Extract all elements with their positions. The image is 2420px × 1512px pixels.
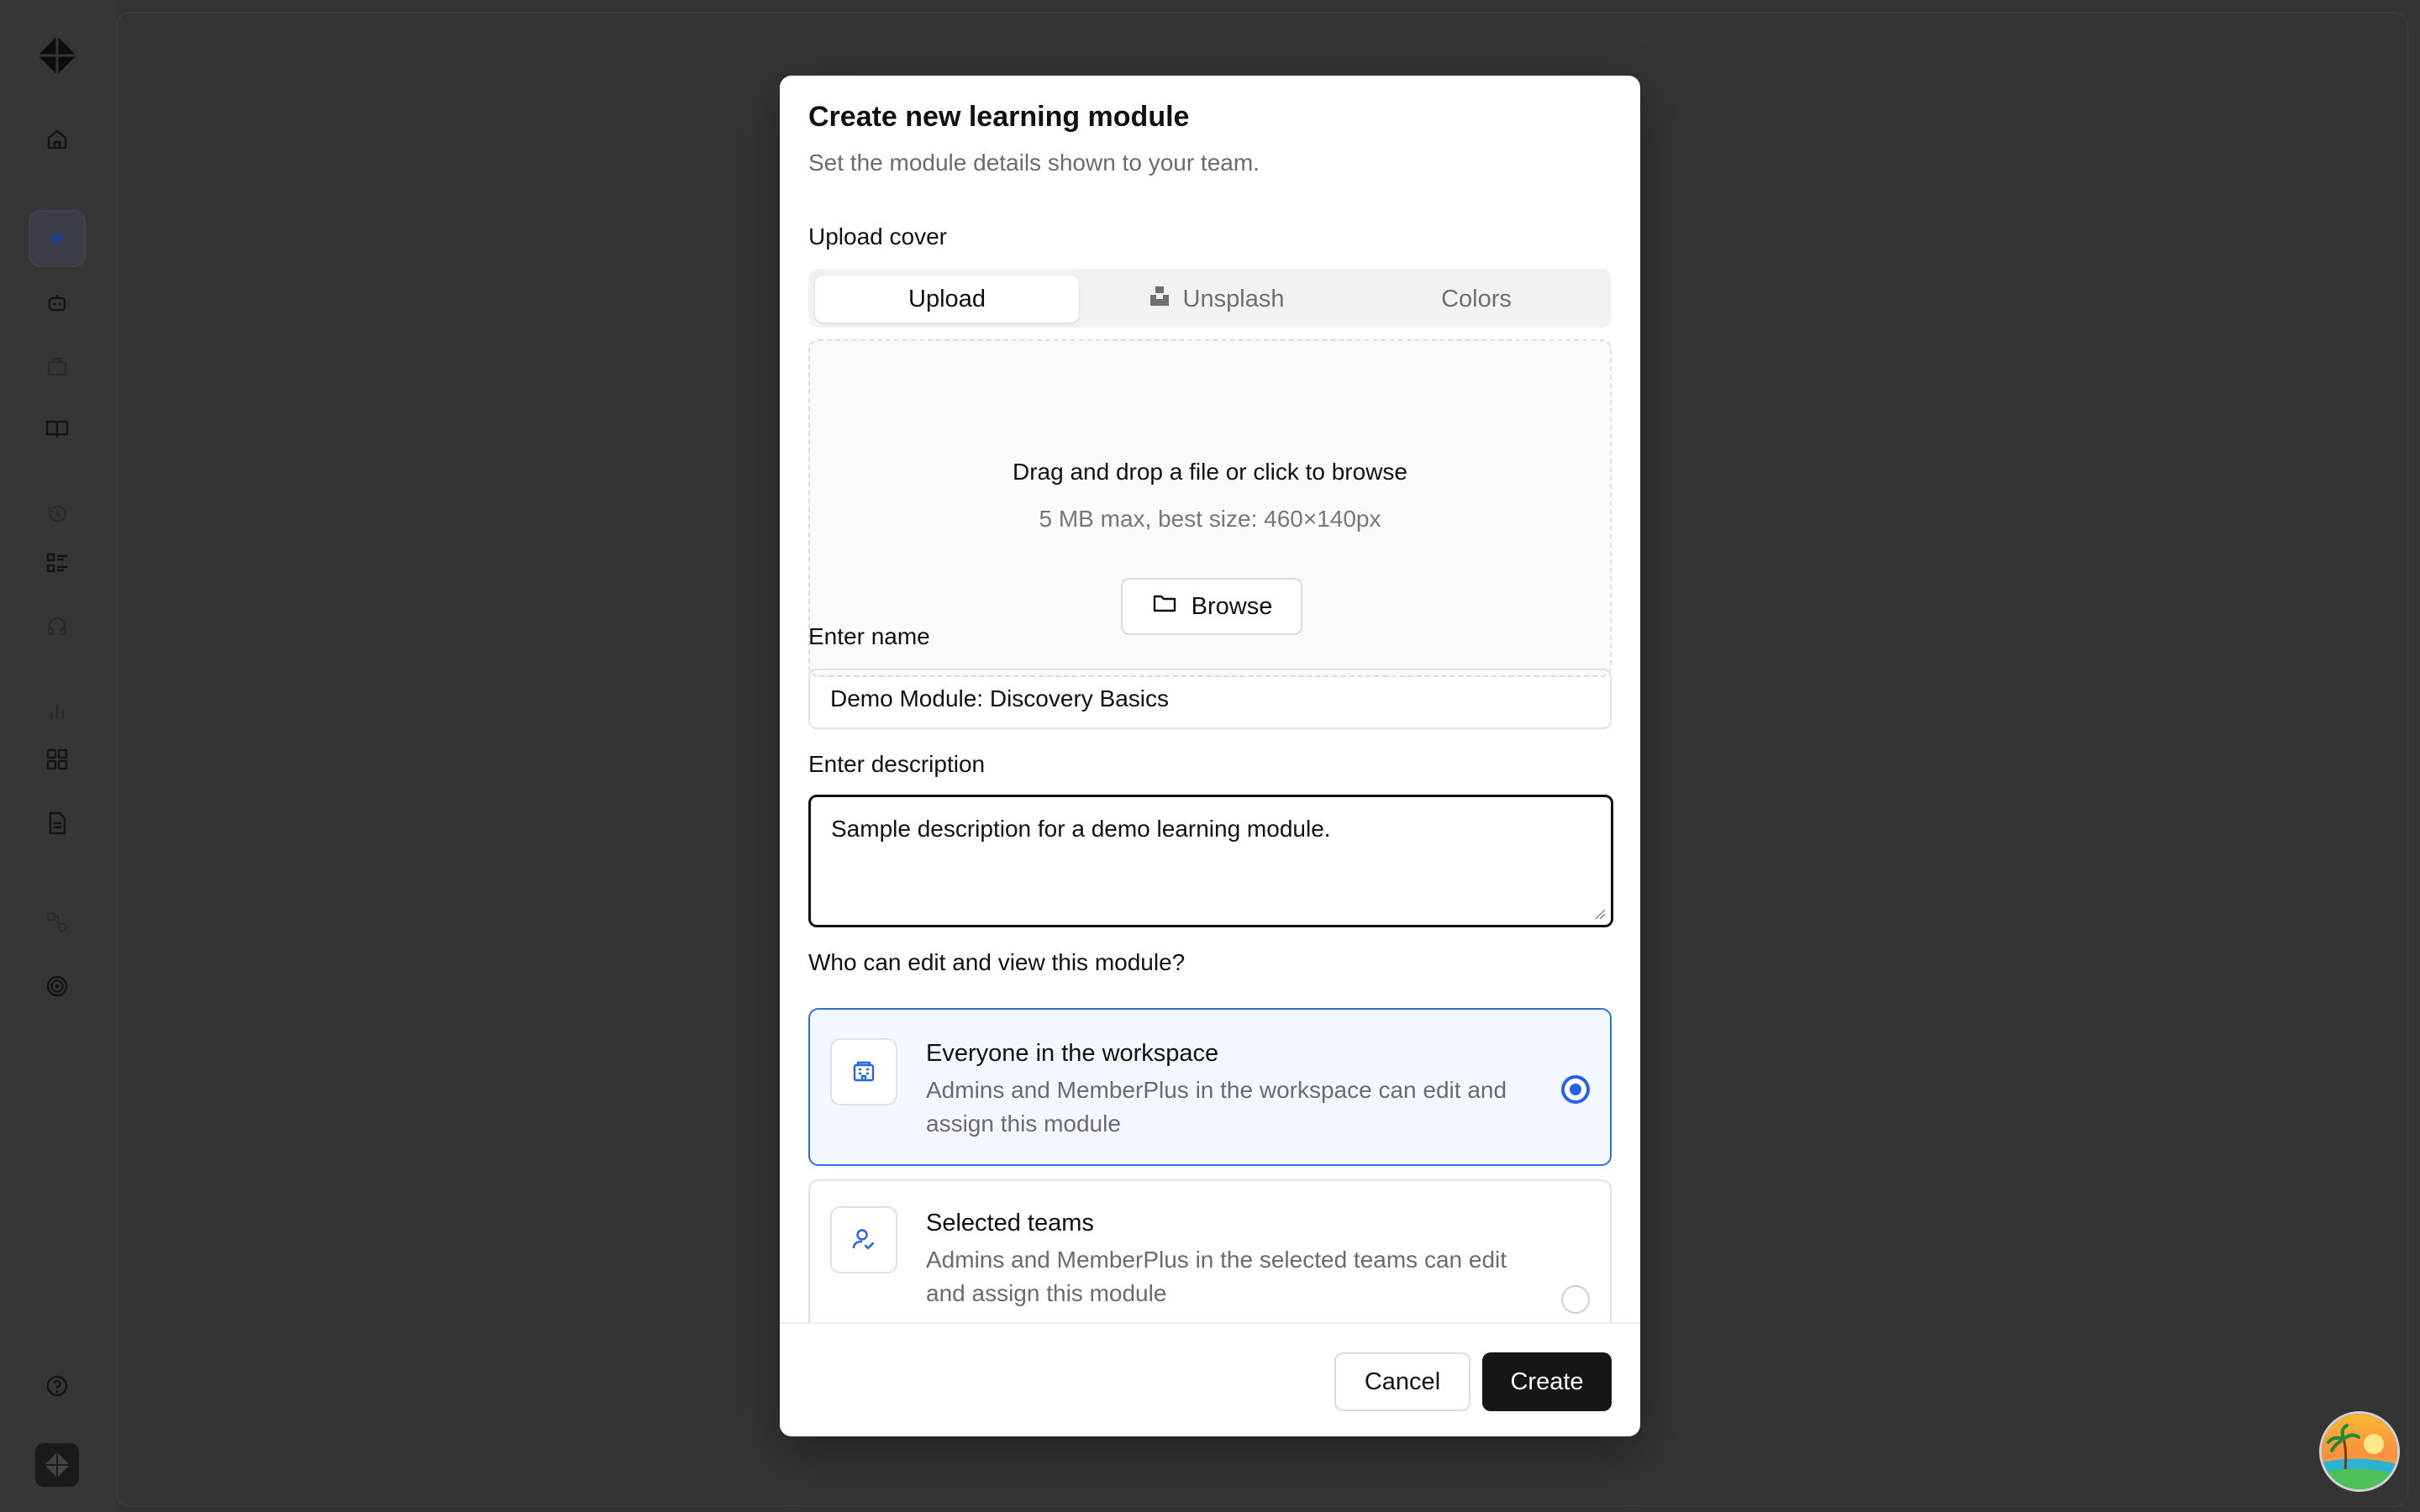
assistant-avatar[interactable] <box>2319 1411 2400 1492</box>
workflow-icon[interactable] <box>35 900 79 944</box>
browse-label: Browse <box>1191 592 1273 620</box>
dropzone-title: Drag and drop a file or click to browse <box>1013 459 1407 485</box>
upload-cover-label: Upload cover <box>808 223 947 249</box>
grid-icon[interactable] <box>35 738 79 781</box>
resize-grip-icon[interactable] <box>1594 908 1606 920</box>
book-icon[interactable] <box>35 407 79 450</box>
tab-upload-label: Upload <box>908 285 986 312</box>
document-icon[interactable] <box>35 801 79 845</box>
tab-unsplash-label: Unsplash <box>1182 285 1285 312</box>
briefcase-icon[interactable] <box>35 344 79 388</box>
folder-icon <box>1151 590 1178 623</box>
dialog-footer: Cancel Create <box>780 1322 1640 1436</box>
module-name-input[interactable]: Demo Module: Discovery Basics <box>808 669 1612 729</box>
option-description: Admins and MemberPlus in the workspace c… <box>926 1077 1507 1137</box>
home-icon[interactable] <box>35 118 79 161</box>
radio-workspace[interactable] <box>1561 1075 1590 1104</box>
module-description-value: Sample description for a demo learning m… <box>831 816 1331 842</box>
help-icon[interactable] <box>35 1364 79 1408</box>
checklist-icon[interactable] <box>35 541 79 585</box>
dialog-scroll-area[interactable]: Create new learning module Set the modul… <box>780 76 1640 1322</box>
radio-selected-teams[interactable] <box>1561 1285 1590 1314</box>
access-option-selected-teams[interactable]: Selected teams Admins and MemberPlus in … <box>808 1179 1612 1322</box>
unsplash-icon <box>1148 284 1171 314</box>
module-description-textarea[interactable]: Sample description for a demo learning m… <box>808 795 1613 927</box>
history-icon[interactable] <box>35 492 79 536</box>
option-title: Everyone in the workspace <box>926 1040 1219 1067</box>
bar-chart-icon[interactable] <box>35 689 79 732</box>
building-icon <box>830 1038 897 1105</box>
sparkle-icon[interactable] <box>29 210 86 267</box>
dialog-title: Create new learning module <box>808 101 1190 133</box>
app-logo-icon[interactable] <box>34 32 81 79</box>
sidebar <box>0 0 116 1512</box>
option-description: Admins and MemberPlus in the selected te… <box>926 1247 1507 1306</box>
create-module-dialog: Create new learning module Set the modul… <box>780 76 1640 1436</box>
access-question: Who can edit and view this module? <box>808 949 1186 975</box>
access-option-workspace[interactable]: Everyone in the workspace Admins and Mem… <box>808 1008 1612 1166</box>
workspace-logo-icon[interactable] <box>35 1443 79 1487</box>
create-button[interactable]: Create <box>1482 1352 1612 1411</box>
name-label: Enter name <box>808 623 930 649</box>
cancel-button[interactable]: Cancel <box>1334 1352 1470 1411</box>
headset-icon[interactable] <box>35 605 79 648</box>
tab-colors-label: Colors <box>1441 285 1512 312</box>
tab-unsplash[interactable]: Unsplash <box>1086 276 1346 323</box>
user-check-icon <box>830 1206 897 1273</box>
bot-icon[interactable] <box>35 281 79 324</box>
option-title: Selected teams <box>926 1210 1094 1236</box>
dialog-subtitle: Set the module details shown to your tea… <box>808 150 1260 176</box>
cover-source-tabs: Upload Unsplash Colors <box>808 269 1612 328</box>
target-icon[interactable] <box>35 964 79 1008</box>
browse-button[interactable]: Browse <box>1121 578 1302 635</box>
dropzone-hint: 5 MB max, best size: 460×140px <box>1039 506 1381 532</box>
tab-colors[interactable]: Colors <box>1346 276 1607 323</box>
description-label: Enter description <box>808 751 986 777</box>
module-name-value: Demo Module: Discovery Basics <box>830 685 1170 711</box>
tab-upload[interactable]: Upload <box>815 276 1079 323</box>
